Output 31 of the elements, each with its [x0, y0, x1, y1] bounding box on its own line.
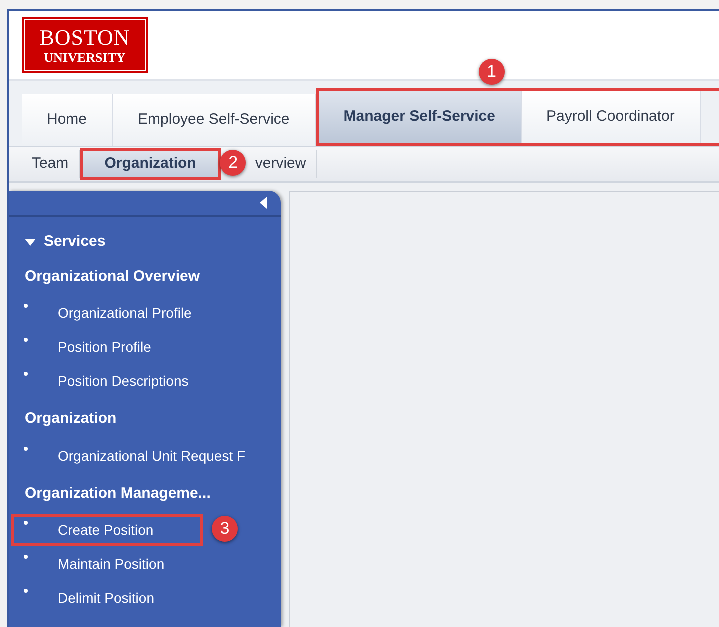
service-link[interactable]: Position Descriptions: [11, 365, 192, 397]
group-heading: Organizational Overview: [24, 266, 202, 286]
sub-tab[interactable]: verview: [245, 150, 318, 178]
group-heading: Organization: [24, 409, 118, 429]
collapse-arrow-icon[interactable]: [260, 197, 267, 209]
service-link[interactable]: Position Profile: [11, 331, 154, 363]
nav-tab[interactable]: Payroll Coordinator: [522, 91, 701, 143]
nav-tab[interactable]: Employee Self-Service: [113, 94, 316, 146]
bullet-icon: [24, 521, 28, 525]
bullet-icon: [24, 304, 28, 308]
section-title[interactable]: Services: [44, 231, 106, 254]
service-link[interactable]: Organizational Profile: [11, 297, 195, 329]
logo-text: UNIVERSITY: [44, 50, 126, 64]
bullet-icon: [24, 338, 28, 342]
logo-text: BOSTON: [40, 26, 130, 48]
step-number-badge: 3: [212, 516, 238, 542]
bullet-icon: [24, 589, 28, 593]
bullet-icon: [24, 446, 28, 450]
expand-triangle-icon[interactable]: [25, 238, 36, 246]
service-link[interactable]: Organizational Unit Request F: [11, 440, 249, 472]
step-number-badge: 1: [478, 59, 505, 85]
nav-tab[interactable]: Manager Self-Service: [318, 91, 522, 143]
service-link[interactable]: Delimit Position: [11, 582, 158, 614]
service-link[interactable]: Maintain Position: [11, 548, 168, 580]
step-number-badge: 2: [220, 150, 246, 176]
bullet-icon: [24, 372, 28, 376]
bullet-icon: [24, 555, 28, 559]
nav-tab[interactable]: Home: [22, 94, 114, 146]
group-heading: Organization Manageme...: [24, 484, 212, 504]
sub-tab[interactable]: Organization: [80, 148, 222, 180]
service-link[interactable]: Create Position: [11, 514, 203, 546]
